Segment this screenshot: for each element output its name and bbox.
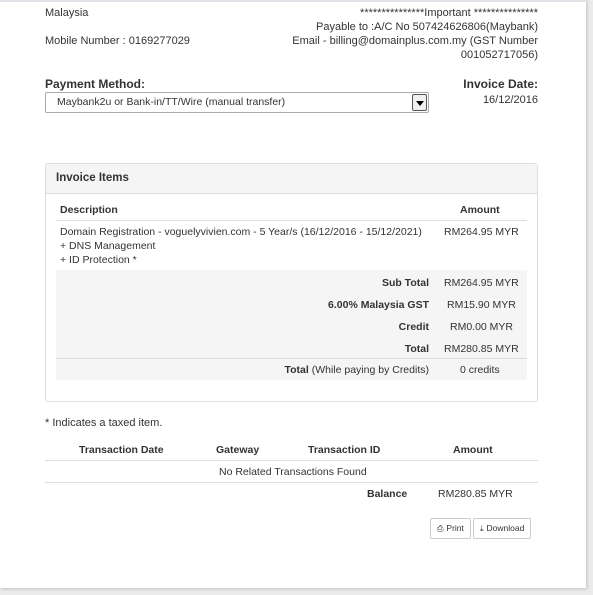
taxed-item-note: * Indicates a taxed item. — [45, 417, 163, 429]
invoice-date-value: 16/12/2016 — [482, 94, 538, 106]
print-button-label: Print — [446, 523, 464, 533]
item-description-line: + DNS Management — [60, 240, 156, 252]
total-credits-label-bold: Total — [284, 364, 309, 376]
total-credits-label: Total (While paying by Credits) — [284, 364, 429, 376]
item-description-line: Domain Registration - voguelyvivien.com … — [60, 226, 422, 238]
transactions-row-divider — [45, 482, 538, 483]
total-value: RM280.85 MYR — [444, 343, 519, 355]
printer-icon: ⎙ — [437, 524, 444, 533]
payto-email: Email - billing@domainplus.com.my (GST N… — [292, 35, 538, 47]
payment-method-selected: Maybank2u or Bank-in/TT/Wire (manual tra… — [57, 96, 286, 108]
client-country: Malaysia — [45, 7, 89, 19]
totals-divider — [56, 358, 527, 359]
panel-header: Invoice Items — [46, 164, 537, 194]
payto-account: Payable to :A/C No 507424626806(Maybank) — [316, 21, 538, 33]
item-description-line: + ID Protection * — [60, 254, 137, 266]
no-transactions-message: No Related Transactions Found — [219, 466, 367, 478]
print-button[interactable]: ⎙ Print — [430, 518, 471, 539]
balance-label: Balance — [367, 488, 408, 500]
column-header-transaction-id: Transaction ID — [308, 444, 381, 456]
top-divider — [0, 0, 586, 2]
balance-value: RM280.85 MYR — [438, 488, 513, 500]
client-mobile: Mobile Number : 0169277029 — [45, 35, 190, 47]
subtotal-value: RM264.95 MYR — [444, 277, 519, 289]
credit-label: Credit — [398, 321, 429, 333]
download-button[interactable]: ⤓ Download — [473, 518, 532, 539]
gst-label: 6.00% Malaysia GST — [328, 299, 429, 311]
column-header-amount: Amount — [453, 444, 493, 456]
panel-title: Invoice Items — [56, 172, 129, 184]
credit-value: RM0.00 MYR — [450, 321, 514, 333]
invoice-date-label: Invoice Date: — [463, 77, 538, 91]
transactions-header-divider — [45, 460, 538, 461]
chevron-down-icon[interactable] — [412, 94, 427, 111]
subtotal-label: Sub Total — [381, 277, 429, 289]
total-credits-label-rest: (While paying by Credits) — [308, 364, 429, 376]
payment-method-select[interactable]: Maybank2u or Bank-in/TT/Wire (manual tra… — [45, 92, 429, 113]
items-header-divider — [56, 220, 527, 221]
column-header-gateway: Gateway — [216, 444, 260, 456]
download-button-label: Download — [486, 523, 525, 533]
column-header-amount: Amount — [460, 204, 500, 216]
item-amount: RM264.95 MYR — [444, 226, 519, 238]
gst-value: RM15.90 MYR — [447, 299, 516, 311]
invoice-items-panel: Invoice Items Description Amount Domain … — [45, 163, 538, 402]
column-header-transaction-date: Transaction Date — [79, 444, 164, 456]
total-label: Total — [404, 343, 429, 355]
download-icon: ⤓ — [480, 524, 484, 533]
invoice-page: Malaysia Mobile Number : 0169277029 ****… — [0, 0, 586, 588]
payto-important: ***************Important *************** — [360, 7, 538, 19]
column-header-description: Description — [60, 204, 118, 216]
payto-gst: 001052717056) — [460, 49, 538, 61]
payment-method-label: Payment Method: — [45, 77, 146, 91]
total-credits-value: 0 credits — [460, 364, 500, 376]
